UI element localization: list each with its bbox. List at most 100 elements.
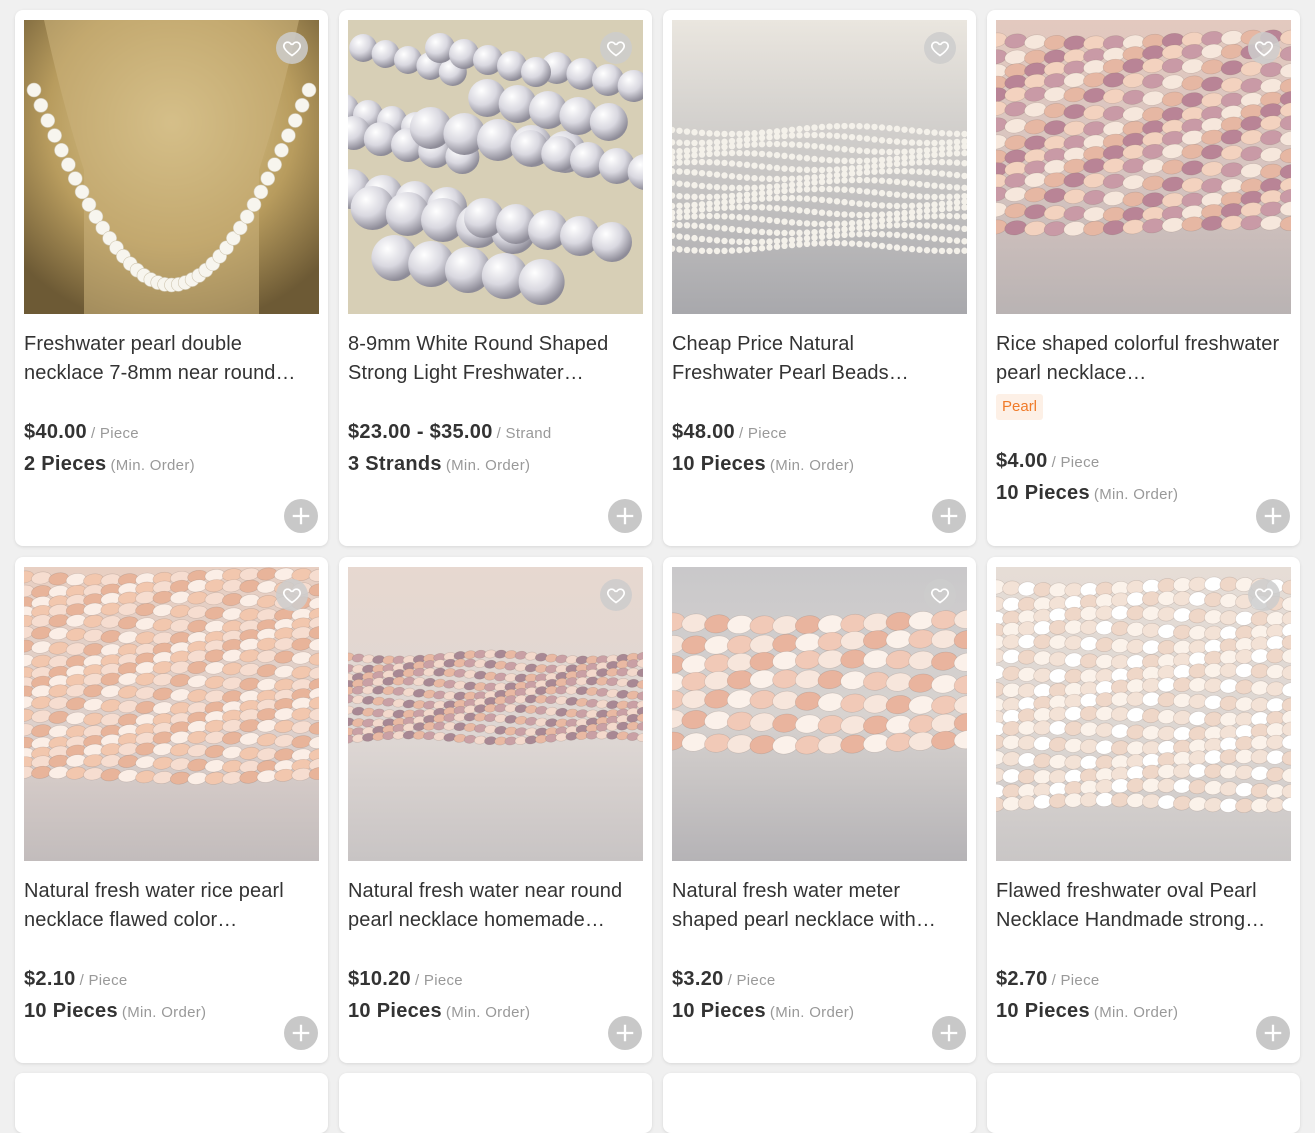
favorite-button[interactable] — [276, 579, 308, 611]
min-order: 10 Pieces (Min. Order) — [24, 998, 314, 1026]
heart-icon — [283, 41, 301, 57]
min-order-label: (Min. Order) — [769, 457, 855, 474]
add-to-cart-button[interactable] — [284, 499, 318, 533]
product-image[interactable] — [24, 567, 319, 861]
min-order-label: (Min. Order) — [445, 457, 531, 474]
favorite-button[interactable] — [924, 32, 956, 64]
price-value: $48.00 — [672, 421, 735, 443]
min-order: 10 Pieces (Min. Order) — [672, 998, 962, 1026]
product-card[interactable] — [15, 1073, 328, 1133]
price-value: $40.00 — [24, 421, 87, 443]
min-order-label: (Min. Order) — [110, 457, 195, 474]
plus-icon — [616, 1024, 634, 1042]
add-to-cart-button[interactable] — [1256, 499, 1290, 533]
price-unit: / Piece — [1051, 454, 1100, 471]
favorite-button[interactable] — [1248, 579, 1280, 611]
price-unit: / Piece — [90, 425, 139, 442]
product-card[interactable]: Natural fresh water near round pearl nec… — [339, 557, 652, 1063]
product-card[interactable]: 8-9mm White Round Shaped Strong Light Fr… — [339, 10, 652, 546]
min-order-label: (Min. Order) — [769, 1004, 855, 1021]
add-to-cart-button[interactable] — [1256, 1016, 1290, 1050]
price-value: $2.10 — [24, 968, 76, 990]
product-card[interactable] — [663, 1073, 976, 1133]
product-title[interactable]: 8-9mm White Round Shaped Strong Light Fr… — [348, 330, 634, 388]
min-order: 2 Pieces (Min. Order) — [24, 451, 314, 479]
min-order-qty: 3 Strands — [348, 453, 442, 475]
product-tags: Pearl — [996, 394, 1044, 420]
add-to-cart-button[interactable] — [608, 1016, 642, 1050]
mixed-round-pearl-strands — [348, 567, 643, 861]
product-price: $40.00/ Piece — [24, 419, 314, 447]
price-unit: / Piece — [1051, 972, 1100, 989]
heart-icon — [283, 588, 301, 604]
product-card[interactable] — [339, 1073, 652, 1133]
product-title[interactable]: Rice shaped colorful freshwater pearl ne… — [996, 330, 1282, 388]
price-unit: / Piece — [414, 972, 463, 989]
min-order-label: (Min. Order) — [121, 1004, 207, 1021]
product-image[interactable] — [996, 567, 1291, 861]
category-tag[interactable]: Pearl — [996, 394, 1044, 420]
product-card[interactable]: Freshwater pearl double necklace 7-8mm n… — [15, 10, 328, 546]
product-image[interactable] — [672, 20, 967, 314]
product-card[interactable]: Natural fresh water rice pearl necklace … — [15, 557, 328, 1063]
product-card[interactable]: Cheap Price Natural Freshwater Pearl Bea… — [663, 10, 976, 546]
favorite-button[interactable] — [924, 579, 956, 611]
heart-icon — [1255, 588, 1273, 604]
peach-rice-pearl-strands — [24, 567, 319, 861]
min-order-qty: 10 Pieces — [672, 1000, 766, 1022]
product-image[interactable] — [672, 567, 967, 861]
pearl-necklace-on-bust — [24, 20, 319, 314]
min-order: 10 Pieces (Min. Order) — [672, 451, 962, 479]
min-order-qty: 10 Pieces — [348, 1000, 442, 1022]
min-order: 3 Strands (Min. Order) — [348, 451, 638, 479]
min-order-label: (Min. Order) — [1093, 1004, 1179, 1021]
min-order: 10 Pieces (Min. Order) — [996, 998, 1286, 1026]
product-title[interactable]: Natural fresh water meter shaped pearl n… — [672, 877, 958, 935]
oval-white-pearl-strands — [996, 567, 1291, 861]
product-title[interactable]: Natural fresh water near round pearl nec… — [348, 877, 634, 935]
product-title[interactable]: Flawed freshwater oval Pearl Necklace Ha… — [996, 877, 1282, 935]
add-to-cart-button[interactable] — [932, 499, 966, 533]
min-order: 10 Pieces (Min. Order) — [348, 998, 638, 1026]
min-order-label: (Min. Order) — [445, 1004, 531, 1021]
plus-icon — [1264, 507, 1282, 525]
product-price: $2.10/ Piece — [24, 966, 314, 994]
plus-icon — [1264, 1024, 1282, 1042]
product-title[interactable]: Freshwater pearl double necklace 7-8mm n… — [24, 330, 310, 388]
meter-shaped-pearl-strands — [672, 567, 967, 861]
price-value: $3.20 — [672, 968, 724, 990]
product-price: $2.70/ Piece — [996, 966, 1286, 994]
product-price: $23.00 - $35.00/ Strand — [348, 419, 638, 447]
heart-icon — [1255, 41, 1273, 57]
product-card[interactable]: Natural fresh water meter shaped pearl n… — [663, 557, 976, 1063]
price-unit: / Piece — [738, 425, 787, 442]
colorful-rice-pearl-strands — [996, 20, 1291, 314]
product-image[interactable] — [996, 20, 1291, 314]
heart-icon — [607, 41, 625, 57]
add-to-cart-button[interactable] — [284, 1016, 318, 1050]
price-value: $2.70 — [996, 968, 1048, 990]
plus-icon — [292, 1024, 310, 1042]
price-unit: / Strand — [496, 425, 552, 442]
product-title[interactable]: Cheap Price Natural Freshwater Pearl Bea… — [672, 330, 958, 388]
product-card[interactable] — [987, 1073, 1300, 1133]
product-price: $3.20/ Piece — [672, 966, 962, 994]
heart-icon — [931, 588, 949, 604]
favorite-button[interactable] — [1248, 32, 1280, 64]
add-to-cart-button[interactable] — [608, 499, 642, 533]
favorite-button[interactable] — [276, 32, 308, 64]
favorite-button[interactable] — [600, 32, 632, 64]
product-image[interactable] — [24, 20, 319, 314]
product-grid: Freshwater pearl double necklace 7-8mm n… — [0, 0, 1315, 1133]
favorite-button[interactable] — [600, 579, 632, 611]
product-title[interactable]: Natural fresh water rice pearl necklace … — [24, 877, 310, 935]
product-image[interactable] — [348, 20, 643, 314]
product-card[interactable]: Rice shaped colorful freshwater pearl ne… — [987, 10, 1300, 546]
add-to-cart-button[interactable] — [932, 1016, 966, 1050]
product-card[interactable]: Flawed freshwater oval Pearl Necklace Ha… — [987, 557, 1300, 1063]
min-order-qty: 10 Pieces — [996, 1000, 1090, 1022]
price-value: $10.20 — [348, 968, 411, 990]
min-order-qty: 10 Pieces — [24, 1000, 118, 1022]
product-price: $48.00/ Piece — [672, 419, 962, 447]
product-image[interactable] — [348, 567, 643, 861]
